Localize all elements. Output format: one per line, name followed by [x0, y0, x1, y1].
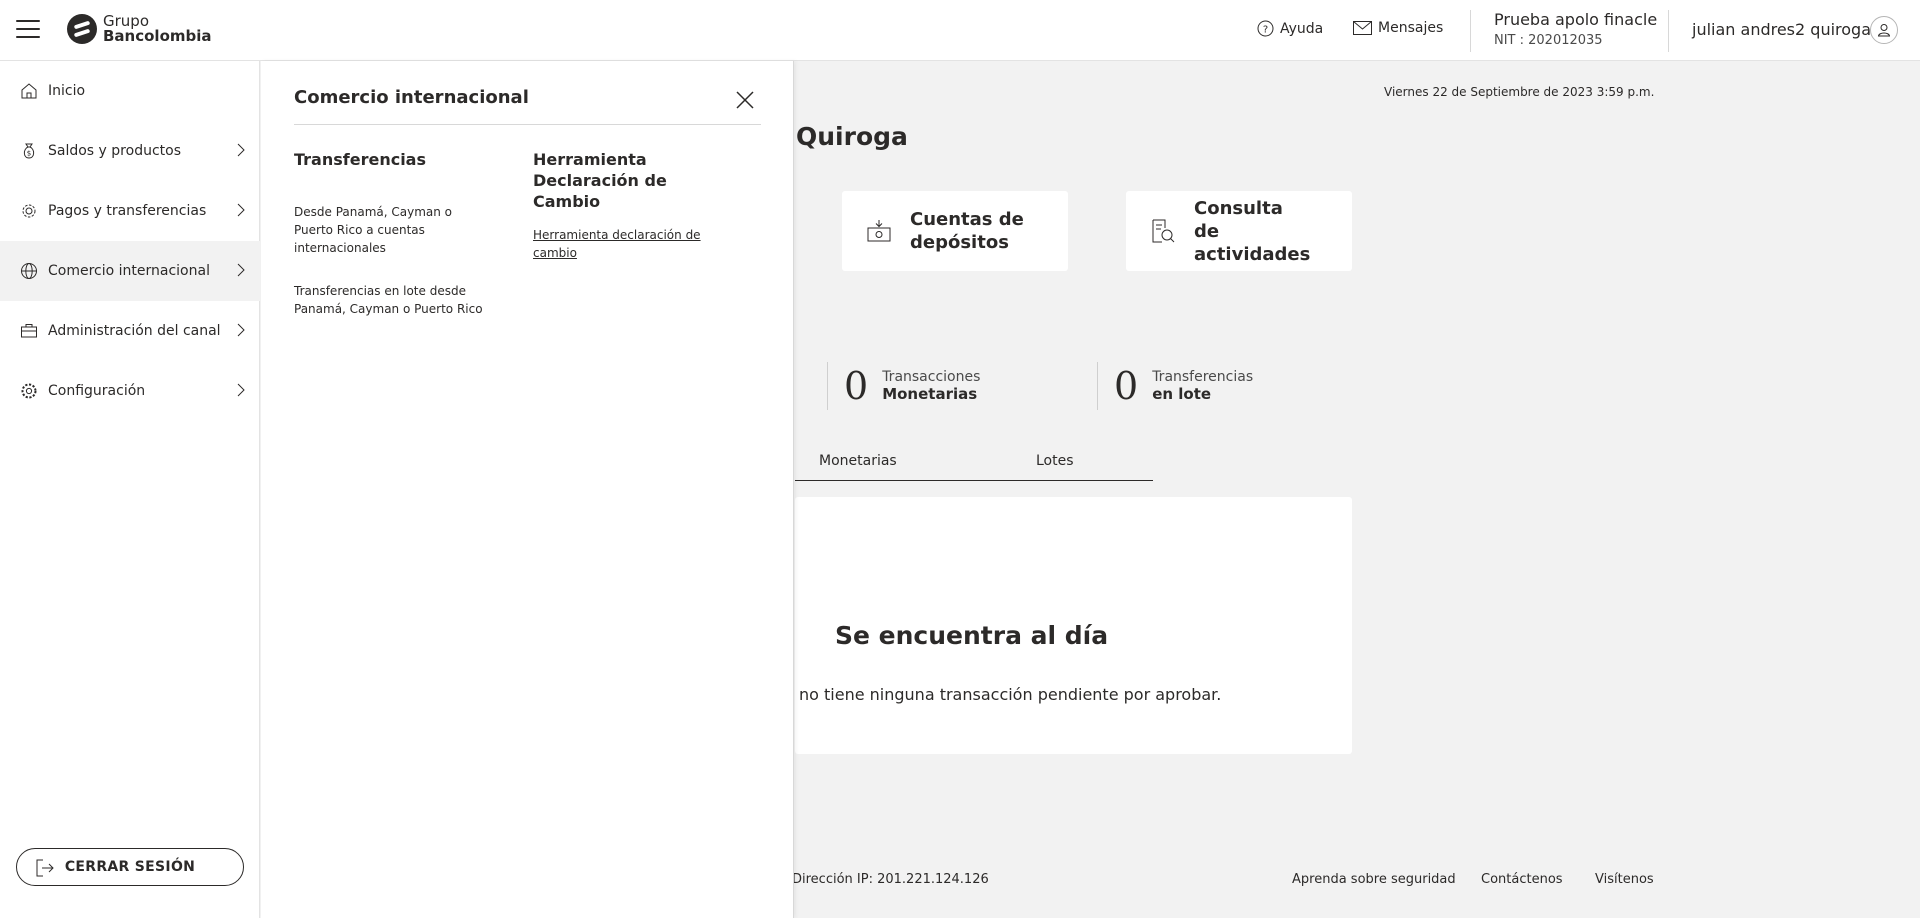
counter-label-strong: en lote	[1152, 385, 1212, 403]
messages-label: Mensajes	[1378, 20, 1444, 36]
quick-link-label: Consulta de actividades	[1194, 197, 1311, 265]
svg-text:$: $	[27, 150, 31, 158]
tab-lotes[interactable]: Lotes	[1036, 453, 1074, 469]
sidebar-item-pagos[interactable]: Pagos y transferencias	[0, 181, 260, 241]
sidebar-item-administracion[interactable]: Administración del canal	[0, 301, 260, 361]
sidebar-item-label: Pagos y transferencias	[48, 203, 207, 219]
footer-link-seguridad[interactable]: Aprenda sobre seguridad	[1292, 872, 1456, 887]
help-link[interactable]: ? Ayuda	[1257, 20, 1323, 37]
top-header: Grupo Bancolombia ? Ayuda Mensajes Prueb…	[0, 0, 1920, 61]
logout-label: CERRAR SESIÓN	[64, 859, 196, 875]
logout-icon	[36, 859, 54, 877]
sidebar-item-configuracion[interactable]: Configuración	[0, 361, 260, 421]
logout-button[interactable]: CERRAR SESIÓN	[16, 848, 244, 886]
help-label: Ayuda	[1280, 20, 1324, 37]
counter-value: 0	[844, 364, 869, 408]
user-icon[interactable]	[1870, 16, 1898, 44]
chevron-right-icon	[237, 323, 245, 337]
chevron-right-icon	[237, 203, 245, 217]
bancolombia-logo[interactable]: Grupo Bancolombia	[67, 13, 212, 45]
link-transferencias-lote[interactable]: Transferencias en lote desde Panamá, Cay…	[294, 282, 494, 318]
status-description: no tiene ninguna transacción pendiente p…	[799, 685, 1222, 704]
counter-label: Transferencias	[1152, 369, 1254, 385]
section-heading-transferencias: Transferencias	[294, 150, 426, 169]
sidebar-item-label: Inicio	[48, 83, 86, 99]
company-selector[interactable]: Prueba apolo finacle NIT : 202012035	[1494, 10, 1657, 48]
quick-link-label: Cuentas de depósitos	[910, 209, 1024, 253]
transfer-gear-icon	[19, 201, 39, 221]
menu-icon[interactable]	[16, 20, 40, 40]
counter-label: Transacciones	[882, 369, 981, 385]
panel-title: Comercio internacional	[294, 87, 529, 108]
section-heading-herramienta: Herramienta Declaración de Cambio	[533, 150, 667, 211]
quick-link-cuentas[interactable]: Cuentas de depósitos	[842, 191, 1068, 271]
messages-link[interactable]: Mensajes	[1353, 20, 1443, 36]
globe-icon	[19, 261, 39, 281]
counter-value: 0	[1114, 364, 1139, 408]
panel-divider	[294, 124, 761, 125]
counter-label-strong: Monetarias	[882, 385, 978, 403]
status-card: Se encuentra al día no tiene ninguna tra…	[795, 497, 1352, 754]
status-title: Se encuentra al día	[835, 621, 1109, 650]
chevron-right-icon	[237, 143, 245, 157]
page-title: Quiroga	[796, 122, 908, 151]
link-desde-panama[interactable]: Desde Panamá, Cayman o Puerto Rico a cue…	[294, 203, 474, 257]
footer-link-contactenos[interactable]: Contáctenos	[1481, 872, 1563, 887]
company-nit: NIT : 202012035	[1494, 33, 1603, 48]
submenu-panel: Comercio internacional Transferencias De…	[261, 61, 794, 918]
header-divider	[1470, 10, 1471, 52]
money-bag-icon: $	[19, 141, 39, 161]
footer-ip: Dirección IP: 201.221.124.126	[792, 872, 989, 887]
link-herramienta-declaracion[interactable]: Herramienta declaración de cambio	[533, 226, 708, 262]
sidebar-item-label: Comercio internacional	[48, 263, 210, 279]
sidebar-item-inicio[interactable]: Inicio	[0, 61, 260, 121]
sidebar-item-saldos[interactable]: $ Saldos y productos	[0, 121, 260, 181]
sidebar-item-label: Saldos y productos	[48, 143, 181, 159]
chevron-right-icon	[237, 263, 245, 277]
sidebar-item-label: Administración del canal	[48, 323, 221, 339]
activity-search-icon	[1152, 219, 1175, 243]
header-divider	[1668, 10, 1669, 52]
gear-icon	[19, 381, 39, 401]
close-icon[interactable]	[734, 89, 756, 111]
chevron-right-icon	[237, 383, 245, 397]
company-name: Prueba apolo finacle	[1494, 10, 1658, 29]
counter-lotes: 0 Transferencias en lote	[1097, 362, 1253, 410]
help-icon: ?	[1257, 20, 1274, 37]
deposit-icon	[867, 220, 891, 242]
home-icon	[19, 81, 39, 101]
counter-monetarias: 0 Transacciones Monetarias	[827, 362, 980, 410]
transactions-tabs: Monetarias Lotes	[795, 450, 1153, 481]
sidebar-item-label: Configuración	[48, 383, 146, 399]
user-name[interactable]: julian andres2 quiroga	[1692, 20, 1871, 39]
logo-line2: Bancolombia	[103, 27, 212, 45]
quick-link-consulta[interactable]: Consulta de actividades	[1126, 191, 1352, 271]
tab-monetarias[interactable]: Monetarias	[819, 453, 897, 469]
sidebar: Inicio $ Saldos y productos Pagos y tran…	[0, 61, 260, 918]
briefcase-icon	[19, 321, 39, 341]
current-date: Viernes 22 de Septiembre de 2023 3:59 p.…	[1384, 85, 1655, 99]
sidebar-item-comercio[interactable]: Comercio internacional	[0, 241, 260, 301]
logo-mark-icon	[67, 14, 97, 44]
footer-link-visitenos[interactable]: Visítenos	[1595, 872, 1654, 887]
svg-text:?: ?	[1263, 25, 1268, 36]
mail-icon	[1353, 21, 1372, 35]
